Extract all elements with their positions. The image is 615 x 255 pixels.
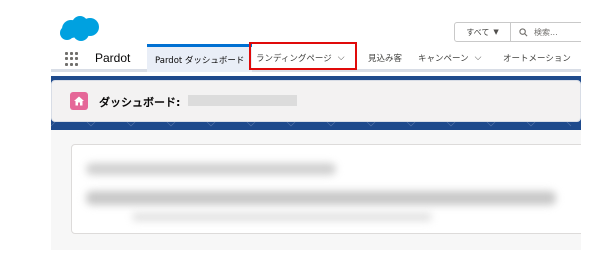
redacted-content	[132, 213, 432, 221]
annotation-highlight-box	[249, 42, 357, 70]
redacted-content	[86, 191, 556, 205]
page-title: ダッシュボード:	[99, 96, 181, 109]
redacted-dashboard-name	[188, 95, 297, 106]
chevron-down-icon[interactable]: ⌵	[475, 53, 482, 63]
search-scope-label: すべて	[466, 27, 490, 37]
home-icon	[70, 92, 88, 110]
page-header: ダッシュボード:	[51, 80, 581, 122]
app-name: Pardot	[95, 51, 131, 65]
nav-tab-pardot-dashboard[interactable]: Pardot ダッシュボード	[147, 44, 253, 72]
salesforce-logo-icon[interactable]	[59, 16, 101, 42]
redacted-content	[86, 163, 336, 175]
nav-tab-campaigns[interactable]: キャンペーン ⌵	[418, 44, 481, 72]
caret-down-icon: ▼	[493, 28, 499, 36]
nav-tab-label: オートメーション	[503, 54, 571, 64]
nav-tab-prospects[interactable]: 見込み客	[368, 44, 402, 72]
nav-tab-automation[interactable]: オートメーション	[503, 44, 571, 72]
search-input[interactable]: 検索...	[511, 22, 581, 42]
search-placeholder: 検索...	[534, 27, 558, 37]
dashboard-content	[51, 130, 581, 250]
global-search: すべて ▼ 検索...	[454, 22, 581, 42]
search-scope-select[interactable]: すべて ▼	[454, 22, 511, 42]
dashboard-card	[71, 144, 581, 234]
nav-tab-label: 見込み客	[368, 54, 403, 64]
app-launcher-icon[interactable]	[65, 52, 79, 66]
search-icon	[519, 27, 528, 36]
nav-tab-label: キャンペーン	[418, 54, 469, 64]
nav-tab-label: Pardot ダッシュボード	[155, 55, 245, 66]
salesforce-app: すべて ▼ 検索... Pardot Pardot ダッシュボード ランディング…	[51, 0, 581, 250]
